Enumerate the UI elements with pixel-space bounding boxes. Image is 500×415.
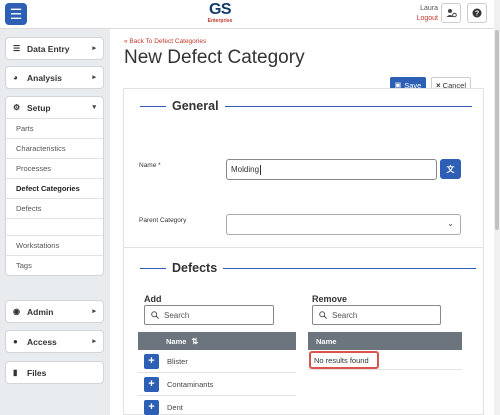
legend-line xyxy=(140,267,166,269)
defect-name: Contaminants xyxy=(167,379,214,389)
general-legend: General xyxy=(140,99,472,113)
sidebar-group-files[interactable]: ▮ Files xyxy=(5,361,104,384)
legend-line xyxy=(224,105,472,107)
sidebar-item-label: Files xyxy=(27,367,47,378)
user-settings-button[interactable] xyxy=(441,3,461,23)
sort-icon: ⇅ xyxy=(191,336,199,346)
user-icon: ● xyxy=(13,337,18,346)
table-row: + Dent xyxy=(138,396,296,415)
legend-line xyxy=(140,105,166,107)
sidebar-item-analysis[interactable]: ◕ Analysis ▸ xyxy=(6,67,103,88)
user-block: Laura Logout xyxy=(417,4,438,24)
defects-card: Defects Add Search Name ⇅ + Blister + Co… xyxy=(123,247,484,415)
sidebar-item-defect-categories[interactable]: Defect Categories xyxy=(6,178,103,198)
add-table-header[interactable]: Name ⇅ xyxy=(138,332,296,350)
remove-search-input[interactable]: Search xyxy=(312,305,441,325)
shield-icon: ◉ xyxy=(13,307,20,316)
sidebar-item-label: Access xyxy=(27,336,57,347)
sidebar-item-admin[interactable]: ◉ Admin ▸ xyxy=(6,301,103,322)
chevron-right-icon: ▸ xyxy=(92,308,96,315)
parent-category-select[interactable]: ⌄ xyxy=(226,214,461,235)
user-name: Laura xyxy=(420,5,438,12)
help-button[interactable]: ? xyxy=(467,3,487,23)
defects-title: Defects xyxy=(172,261,218,275)
sidebar-item-label: Setup xyxy=(27,102,51,113)
sidebar-group-data-entry[interactable]: ☰ Data Entry ▸ xyxy=(5,37,104,60)
sidebar-item-hidden[interactable] xyxy=(6,218,103,235)
sidebar-group-access[interactable]: ● Access ▸ xyxy=(5,330,104,353)
sidebar-item-data-entry[interactable]: ☰ Data Entry ▸ xyxy=(6,38,103,59)
no-results-message: No results found xyxy=(309,351,379,369)
chevron-right-icon: ▸ xyxy=(92,45,96,52)
sidebar-item-label: Analysis xyxy=(27,72,62,83)
top-bar: ☰ GS Enterprise Laura Logout ? xyxy=(0,0,500,29)
defect-name: Dent xyxy=(167,402,183,412)
hamburger-menu-icon[interactable]: ☰ xyxy=(5,3,27,25)
main-content: « Back To Defect Categories New Defect C… xyxy=(110,29,500,415)
text-cursor xyxy=(260,164,262,175)
scrollbar-thumb[interactable] xyxy=(495,30,499,230)
name-column-header: Name xyxy=(166,336,187,346)
sidebar-item-access[interactable]: ● Access ▸ xyxy=(6,331,103,352)
name-value: Molding xyxy=(231,165,260,174)
table-row: + Contaminants xyxy=(138,373,296,396)
search-icon xyxy=(319,311,327,319)
sidebar: ☰ Data Entry ▸ ◕ Analysis ▸ ⚙ Setup ▾ Pa… xyxy=(0,29,110,415)
chevron-down-icon: ▾ xyxy=(92,104,96,111)
user-gear-icon xyxy=(446,9,457,18)
sidebar-item-processes[interactable]: Processes xyxy=(6,158,103,178)
language-icon: 文 xyxy=(446,164,455,174)
remove-table-header[interactable]: Name xyxy=(308,332,462,350)
table-row: + Blister xyxy=(138,350,296,373)
legend-line xyxy=(223,267,477,269)
sidebar-item-defects[interactable]: Defects xyxy=(6,198,103,218)
svg-text:?: ? xyxy=(475,11,479,18)
sidebar-item-label: Admin xyxy=(27,306,54,317)
sidebar-item-setup[interactable]: ⚙ Setup ▾ xyxy=(6,97,103,118)
brand-subtitle: Enterprise xyxy=(207,18,233,24)
name-label: Name * xyxy=(139,162,161,169)
name-input[interactable]: Molding xyxy=(226,159,437,180)
sidebar-group-analysis[interactable]: ◕ Analysis ▸ xyxy=(5,66,104,89)
add-search-input[interactable]: Search xyxy=(144,305,274,325)
search-placeholder: Search xyxy=(164,310,190,320)
sidebar-item-label: Data Entry xyxy=(27,43,70,54)
scrollbar[interactable] xyxy=(494,0,500,415)
add-dent-button[interactable]: + xyxy=(144,399,159,415)
parent-category-label: Parent Category xyxy=(139,217,187,224)
defects-legend: Defects xyxy=(140,261,477,275)
name-column-header: Name xyxy=(316,336,337,346)
add-contaminants-button[interactable]: + xyxy=(144,376,159,392)
pie-chart-icon: ◕ xyxy=(13,73,18,82)
sidebar-item-workstations[interactable]: Workstations xyxy=(6,235,103,255)
translate-button[interactable]: 文 xyxy=(440,159,461,179)
sidebar-item-tags[interactable]: Tags xyxy=(6,255,103,275)
sidebar-group-admin[interactable]: ◉ Admin ▸ xyxy=(5,300,104,323)
back-link[interactable]: « Back To Defect Categories xyxy=(124,38,206,45)
sidebar-group-setup: ⚙ Setup ▾ Parts Characteristics Processe… xyxy=(5,96,104,276)
sidebar-item-files[interactable]: ▮ Files xyxy=(6,362,103,383)
sidebar-item-characteristics[interactable]: Characteristics xyxy=(6,138,103,158)
general-title: General xyxy=(172,99,219,113)
logout-link[interactable]: Logout xyxy=(417,14,438,24)
gear-icon: ⚙ xyxy=(13,103,21,112)
question-circle-icon: ? xyxy=(472,8,482,18)
remove-title: Remove xyxy=(312,294,348,304)
sidebar-item-parts[interactable]: Parts xyxy=(6,118,103,138)
add-title: Add xyxy=(144,294,162,304)
chevron-right-icon: ▸ xyxy=(92,74,96,81)
search-icon xyxy=(151,311,159,319)
folder-icon: ▮ xyxy=(13,368,18,377)
database-icon: ☰ xyxy=(13,44,21,53)
brand-logo[interactable]: GS Enterprise xyxy=(205,1,235,25)
search-placeholder: Search xyxy=(332,310,358,320)
brand-name: GS xyxy=(208,1,232,18)
add-blister-button[interactable]: + xyxy=(144,353,159,369)
page-title: New Defect Category xyxy=(124,47,305,68)
general-card: General Name * Molding 文 Parent Category… xyxy=(123,88,484,253)
chevron-down-icon: ⌄ xyxy=(447,219,454,228)
defect-name: Blister xyxy=(167,356,188,366)
chevron-right-icon: ▸ xyxy=(92,338,96,345)
